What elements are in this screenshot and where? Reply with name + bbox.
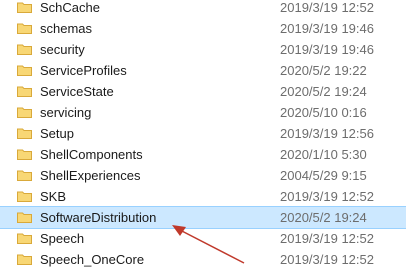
file-row-setup[interactable]: Setup 2019/3/19 12:56 — [0, 123, 406, 144]
file-row-security[interactable]: security 2019/3/19 19:46 — [0, 39, 406, 60]
folder-icon — [17, 128, 32, 139]
folder-icon — [17, 65, 32, 76]
file-date: 2019/3/19 12:52 — [280, 189, 374, 204]
file-row-speech-onecore[interactable]: Speech_OneCore 2019/3/19 12:52 — [0, 249, 406, 268]
file-name: ServiceState — [40, 84, 114, 99]
file-name: Speech_OneCore — [40, 252, 145, 267]
file-date: 2020/5/10 0:16 — [280, 105, 367, 120]
folder-icon — [17, 2, 32, 13]
file-date: 2020/5/2 19:24 — [280, 84, 367, 99]
file-date: 2020/5/2 19:24 — [280, 210, 367, 225]
folder-icon — [17, 23, 32, 34]
folder-icon — [17, 44, 32, 55]
file-name: ShellExperiences — [40, 168, 141, 183]
folder-icon — [17, 254, 32, 265]
file-row-servicestate[interactable]: ServiceState 2020/5/2 19:24 — [0, 81, 406, 102]
file-row-softwaredistribution[interactable]: SoftwareDistribution 2020/5/2 19:24 — [0, 206, 406, 229]
file-date: 2019/3/19 12:56 — [280, 126, 374, 141]
file-row-schemas[interactable]: schemas 2019/3/19 19:46 — [0, 18, 406, 39]
file-name: security — [40, 42, 85, 57]
folder-icon — [17, 107, 32, 118]
file-date: 2019/3/19 19:46 — [280, 21, 374, 36]
file-name: ShellComponents — [40, 147, 143, 162]
file-row-servicing[interactable]: servicing 2020/5/10 0:16 — [0, 102, 406, 123]
file-name: servicing — [40, 105, 92, 120]
file-name: schemas — [40, 21, 93, 36]
file-date: 2019/3/19 12:52 — [280, 231, 374, 246]
file-date: 2019/3/19 12:52 — [280, 252, 374, 267]
folder-icon — [17, 149, 32, 160]
file-row-shellcomponents[interactable]: ShellComponents 2020/1/10 5:30 — [0, 144, 406, 165]
folder-icon — [17, 86, 32, 97]
folder-icon — [17, 233, 32, 244]
file-name: SKB — [40, 189, 67, 204]
file-name: SchCache — [40, 0, 100, 15]
folder-icon — [17, 212, 32, 223]
file-name: Speech — [40, 231, 85, 246]
file-row-speech[interactable]: Speech 2019/3/19 12:52 — [0, 228, 406, 249]
file-name: SoftwareDistribution — [40, 210, 157, 225]
file-name: Setup — [40, 126, 74, 141]
file-date: 2019/3/19 19:46 — [280, 42, 374, 57]
file-row-serviceprofiles[interactable]: ServiceProfiles 2020/5/2 19:22 — [0, 60, 406, 81]
folder-icon — [17, 191, 32, 202]
file-date: 2019/3/19 12:52 — [280, 0, 374, 15]
file-list: SchCache 2019/3/19 12:52 schemas 2019/3/… — [0, 0, 406, 268]
file-row-skb[interactable]: SKB 2019/3/19 12:52 — [0, 186, 406, 207]
file-date: 2004/5/29 9:15 — [280, 168, 367, 183]
file-date: 2020/1/10 5:30 — [280, 147, 367, 162]
file-date: 2020/5/2 19:22 — [280, 63, 367, 78]
folder-icon — [17, 170, 32, 181]
file-row-shellexperiences[interactable]: ShellExperiences 2004/5/29 9:15 — [0, 165, 406, 186]
file-row-schcache[interactable]: SchCache 2019/3/19 12:52 — [0, 0, 406, 18]
file-name: ServiceProfiles — [40, 63, 127, 78]
